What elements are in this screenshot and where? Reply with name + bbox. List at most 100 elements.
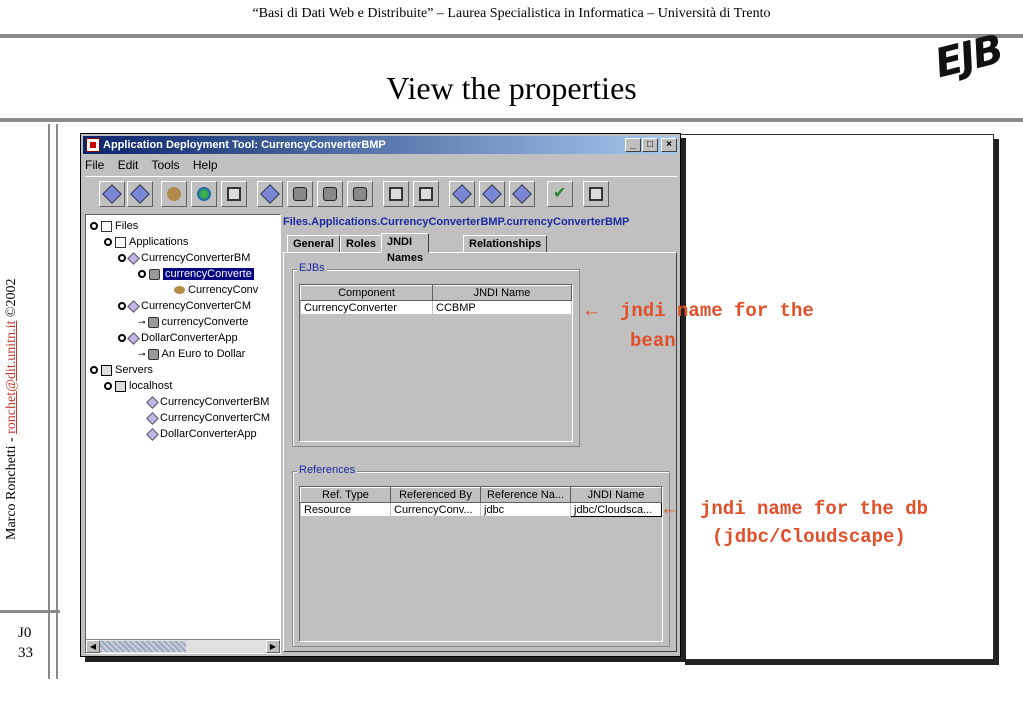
tree-horizontal-scrollbar[interactable]: ◀ ▶ [86,639,280,653]
table-row[interactable]: CurrencyConverter CCBMP [300,300,572,315]
refs-col-jndi-name[interactable]: JNDI Name [570,487,662,503]
tree-node-label: An Euro to Dollar [161,348,246,360]
refresh-button[interactable] [509,181,535,207]
save-button[interactable] [413,181,439,207]
tree-node-label: CurrencyConverterCM [141,300,252,312]
minimize-button[interactable]: _ [625,138,641,152]
refs-col-referenced-by[interactable]: Referenced By [390,487,481,503]
edit-button[interactable] [449,181,475,207]
slide-header: “Basi di Dati Web e Distribuite” – Laure… [252,6,771,21]
tree-node-label: Servers [115,364,153,376]
ejb-jar-icon [149,268,160,280]
menu-edit[interactable]: Edit [118,158,139,172]
tree-node-server-cmp[interactable]: CurrencyConverterCM [146,411,271,425]
add-db-icon [293,187,307,201]
tree-node-app-cmp[interactable]: CurrencyConverterCM [118,299,251,313]
tree-node-files[interactable]: Files [90,219,138,233]
new-application-button[interactable] [99,181,125,207]
copyright: ©2002 [4,278,19,321]
add-component-button[interactable] [221,181,247,207]
author-email-link[interactable]: ronchet@dit.unitn.it [4,321,19,434]
tab-jndi-names[interactable]: JNDI Names [381,233,430,264]
servers-icon [101,364,112,376]
tab-content: EJBs Component JNDI Name CurrencyConvert… [283,252,677,652]
ejbs-cell-jndi-name[interactable]: CCBMP [432,300,572,315]
deploy-button[interactable] [257,181,283,207]
application-icon [127,251,140,265]
deploy-web-button[interactable] [191,181,217,207]
tree-node-server-dollar[interactable]: DollarConverterApp [146,427,257,441]
open-icon [389,187,403,201]
tree-node-dollar-app[interactable]: DollarConverterApp [118,331,238,345]
references-group-title: References [297,464,358,476]
tab-roles[interactable]: Roles [340,235,382,253]
ejbs-col-component[interactable]: Component [300,285,433,301]
tree-node-label: CurrencyConverterCM [160,412,271,424]
verify-button[interactable] [547,181,573,207]
left-sidebar-bar [48,124,58,679]
new-application-icon [102,184,122,204]
server-button[interactable] [583,181,609,207]
tab-general[interactable]: General [287,235,340,253]
ejb-jar-icon [147,316,159,328]
references-group: References Ref. Type Referenced By Refer… [292,464,670,647]
pin-icon [104,382,112,391]
refs-col-type[interactable]: Ref. Type [300,487,391,503]
close-button[interactable]: × [661,138,677,152]
application-tree[interactable]: Files Applications CurrencyConverterBM c… [85,214,281,654]
tree-node-app-bmp[interactable]: CurrencyConverterBM [118,251,250,265]
tree-node-euro-dollar[interactable]: ⊸ An Euro to Dollar [138,347,245,361]
references-table-area: Ref. Type Referenced By Reference Na... … [299,486,663,642]
tree-node-localhost[interactable]: localhost [104,379,172,393]
ejbs-cell-component: CurrencyConverter [300,300,433,315]
refs-cell-jndi-name[interactable]: jdbc/Cloudsca... [570,502,662,517]
refs-col-reference-name[interactable]: Reference Na... [480,487,571,503]
header-rule [0,34,1023,38]
open-button[interactable] [383,181,409,207]
table-row[interactable]: Resource CurrencyConv... jdbc jdbc/Cloud… [300,502,662,517]
node-path: Files.Applications.CurrencyConverterBMP.… [283,216,630,228]
annotation-panel [680,134,994,660]
remove-db-button[interactable] [317,181,343,207]
config-db-button[interactable] [347,181,373,207]
menu-help[interactable]: Help [193,158,218,172]
tree-node-applications[interactable]: Applications [104,235,188,249]
new-bean-button[interactable] [161,181,187,207]
tree-node-label: CurrencyConverterBM [141,252,251,264]
tab-relationships[interactable]: Relationships [463,235,548,253]
scroll-left-icon[interactable]: ◀ [86,640,100,653]
ejbs-col-jndi-name[interactable]: JNDI Name [432,285,572,301]
tree-node-servers[interactable]: Servers [90,363,153,377]
refresh-icon [512,184,532,204]
application-icon [127,299,140,313]
tree-node-ejb-bmp[interactable]: currencyConverte [138,267,254,281]
menu-file[interactable]: File [85,158,104,172]
update-button[interactable] [479,181,505,207]
tree-node-label: Files [115,220,139,232]
expand-key-icon: ⊸ [138,317,146,327]
deploy-web-icon [197,187,211,201]
scroll-thumb[interactable] [100,641,186,652]
window-titlebar[interactable]: Application Deployment Tool: CurrencyCon… [83,136,678,154]
references-table: Ref. Type Referenced By Reference Na... … [300,487,662,517]
ejb-jar-icon [147,348,159,360]
tree-node-label: DollarConverterApp [141,332,238,344]
maximize-button[interactable]: □ [642,138,658,152]
new-ejb-button[interactable] [127,181,153,207]
expand-key-icon: ⊸ [138,349,146,359]
author-credit: Marco Ronchetti - ronchet@dit.unitn.it ©… [4,140,20,541]
menu-tools[interactable]: Tools [152,158,180,172]
new-bean-icon [167,187,181,201]
slide-number: 33 [18,645,33,661]
author-name: Marco Ronchetti - [4,433,19,540]
add-db-button[interactable] [287,181,313,207]
scroll-right-icon[interactable]: ▶ [266,640,280,653]
pin-icon [104,238,112,247]
bean-icon [174,286,185,295]
tree-node-label: localhost [129,380,173,392]
tree-node-server-bmp[interactable]: CurrencyConverterBM [146,395,269,409]
tree-node-bean[interactable]: CurrencyConv [174,283,258,297]
refs-cell-reference-name: jdbc [480,502,571,517]
tree-node-ejb-cmp[interactable]: ⊸ currencyConverte [138,315,248,329]
update-icon [482,184,502,204]
